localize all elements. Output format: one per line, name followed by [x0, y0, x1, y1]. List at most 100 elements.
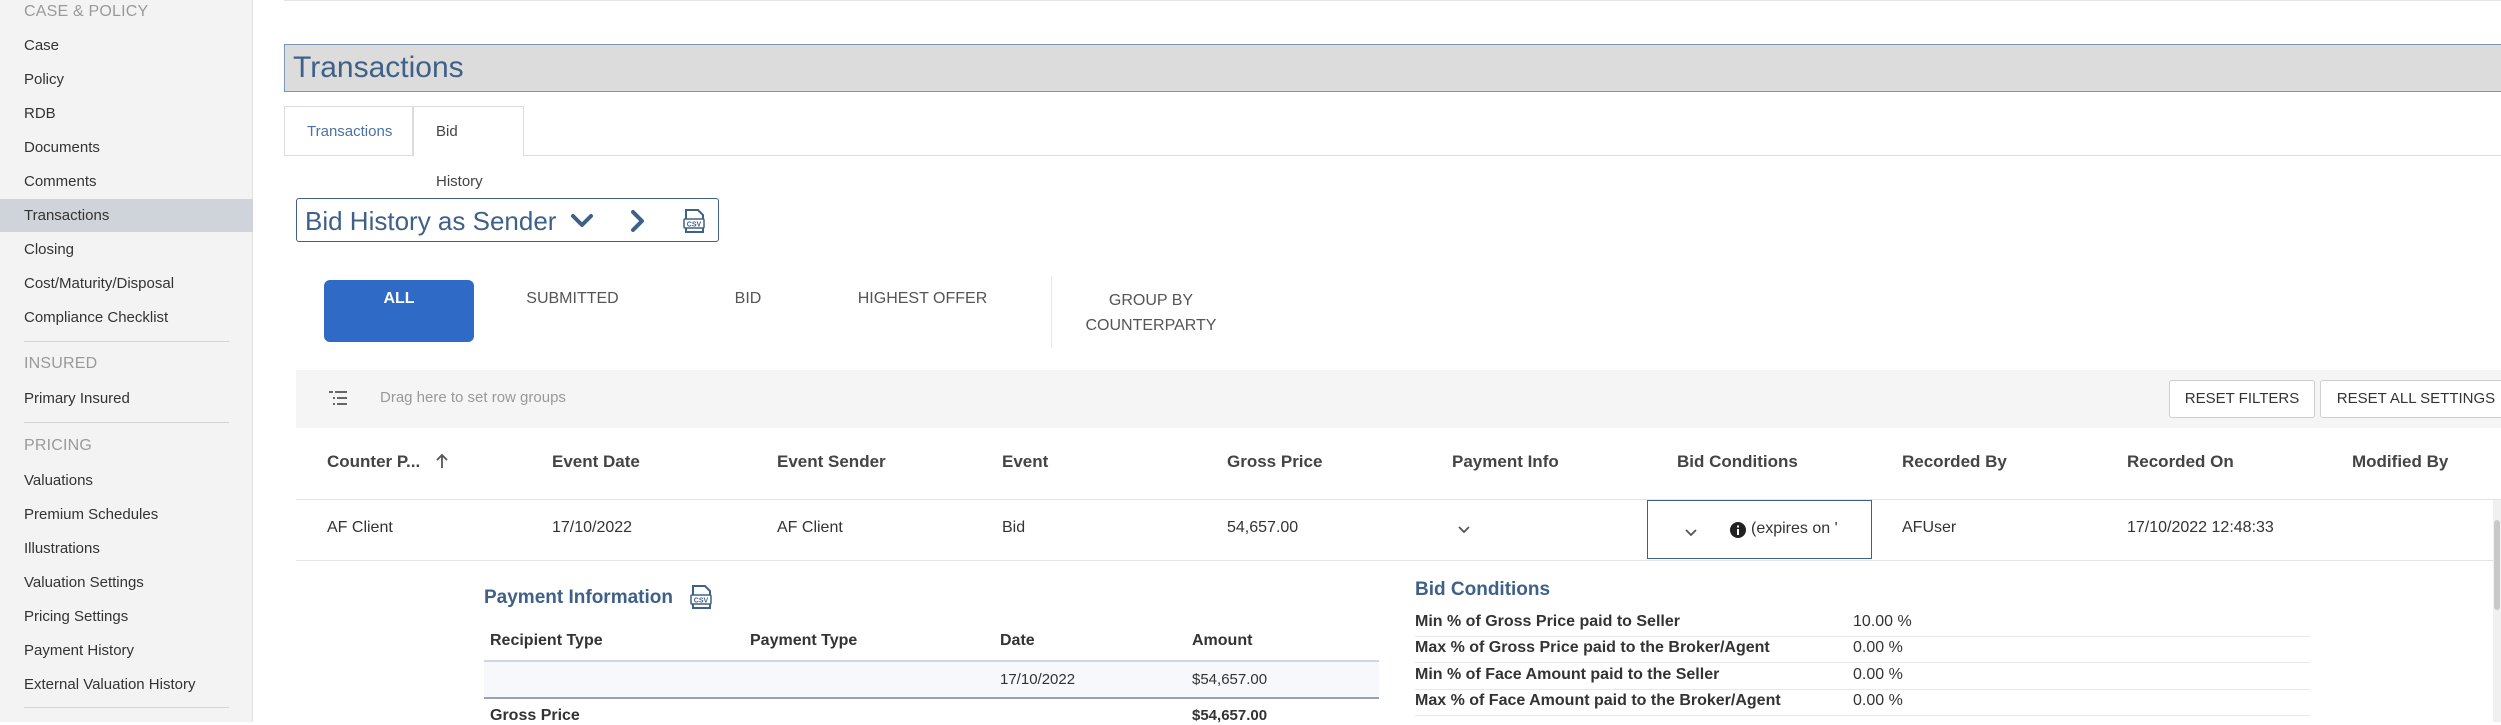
payment-total-divider: [484, 697, 1379, 699]
payment-header-amount: Amount: [1192, 632, 1253, 649]
svg-text:CSV: CSV: [687, 222, 702, 229]
svg-text:CSV: CSV: [694, 598, 709, 605]
row-group-bar[interactable]: Drag here to set row groups RESET FILTER…: [296, 370, 2501, 428]
bid-condition-label: Min % of Face Amount paid to the Seller: [1415, 666, 1720, 683]
group-by-label-line2: COUNTERPARTY: [1085, 317, 1217, 334]
bid-condition-value: 0.00 %: [1853, 666, 1903, 683]
column-header-recorded-on[interactable]: Recorded On: [2127, 452, 2234, 472]
cell-recorded-by[interactable]: AFUser: [1902, 519, 1956, 537]
bid-condition-divider: [1415, 715, 2310, 716]
sidebar-item-compliance-checklist[interactable]: Compliance Checklist: [0, 301, 253, 334]
row-group-icon: [329, 390, 347, 411]
sidebar-item-documents[interactable]: Documents: [0, 131, 253, 164]
payment-header-payment-type: Payment Type: [750, 632, 858, 649]
header-divider: [296, 499, 2501, 500]
payment-total-label: Gross Price: [490, 707, 580, 724]
group-by-counterparty-button[interactable]: GROUP BY COUNTERPARTY: [1065, 288, 1237, 350]
column-header-counterparty[interactable]: Counter P...: [327, 452, 449, 474]
page-title-bar: Transactions: [284, 44, 2501, 92]
chevron-right-icon[interactable]: [624, 208, 650, 234]
bid-condition-label: Min % of Gross Price paid to Seller: [1415, 613, 1680, 630]
bid-condition-divider: [1415, 689, 2310, 690]
sidebar-item-primary-insured[interactable]: Primary Insured: [0, 382, 253, 415]
filter-highest-offer-button[interactable]: HIGHEST OFFER: [845, 280, 1000, 342]
column-header-recorded-by[interactable]: Recorded By: [1902, 452, 2007, 472]
filter-separator: [1051, 276, 1052, 348]
sidebar-item-payment-history[interactable]: Payment History: [0, 634, 253, 667]
column-header-modified-by[interactable]: Modified By: [2352, 452, 2448, 472]
filter-bid-button[interactable]: BID: [668, 280, 828, 342]
sidebar-item-transactions[interactable]: Transactions: [0, 199, 253, 232]
info-icon: [1730, 522, 1746, 543]
column-header-gross-price[interactable]: Gross Price: [1227, 452, 1322, 472]
group-by-label-line1: GROUP BY: [1108, 292, 1194, 309]
cell-recorded-on[interactable]: 17/10/2022 12:48:33: [2127, 519, 2274, 537]
bid-conditions-title: Bid Conditions: [1415, 579, 1551, 600]
payment-information-title: Payment Information: [484, 587, 673, 608]
filter-all-label: ALL: [383, 290, 415, 307]
row-divider: [296, 560, 2501, 561]
view-title: Bid History as Sender: [305, 206, 557, 236]
payment-header-recipient-type: Recipient Type: [490, 632, 603, 649]
payment-info-expand-icon[interactable]: [1457, 522, 1471, 540]
view-selector: Bid History as Sender CSV: [296, 198, 719, 242]
cell-bid-conditions[interactable]: (expires on ': [1647, 500, 1872, 559]
column-header-event-date[interactable]: Event Date: [552, 452, 640, 472]
column-header-event-sender[interactable]: Event Sender: [777, 452, 886, 472]
cell-event-sender[interactable]: AF Client: [777, 519, 843, 537]
cell-event-date[interactable]: 17/10/2022: [552, 519, 632, 537]
payment-csv-export-icon[interactable]: CSV: [689, 584, 713, 615]
sidebar-item-closing[interactable]: Closing: [0, 233, 253, 266]
sidebar-item-valuations[interactable]: Valuations: [0, 464, 253, 497]
csv-export-icon[interactable]: CSV: [681, 208, 707, 234]
sidebar: CASE & POLICY Case Policy RDB Documents …: [0, 0, 253, 722]
page-title: Transactions: [293, 51, 464, 84]
sidebar-item-external-valuation-history[interactable]: External Valuation History: [0, 668, 253, 701]
filter-submitted-button[interactable]: SUBMITTED: [496, 280, 649, 342]
tab-transactions[interactable]: Transactions: [284, 106, 413, 156]
sidebar-item-rdb[interactable]: RDB: [0, 97, 253, 130]
sidebar-item-valuation-settings[interactable]: Valuation Settings: [0, 566, 253, 599]
bid-condition-value: 10.00 %: [1853, 613, 1912, 630]
sidebar-divider: [24, 422, 229, 423]
top-border: [284, 0, 2501, 1]
column-header-counterparty-label: Counter P...: [327, 452, 421, 471]
column-header-bid-conditions[interactable]: Bid Conditions: [1677, 452, 1798, 472]
payment-row-date: 17/10/2022: [1000, 671, 1076, 688]
tab-bar: Transactions Bid History: [284, 106, 2501, 190]
tab-bid-history[interactable]: Bid History: [413, 106, 524, 190]
filter-bid-label: BID: [734, 290, 762, 307]
reset-all-settings-button[interactable]: RESET ALL SETTINGS: [2320, 380, 2501, 418]
bid-condition-value: 0.00 %: [1853, 639, 1903, 656]
scrollbar-thumb[interactable]: [2494, 520, 2500, 610]
sidebar-divider: [24, 341, 229, 342]
bid-conditions-expand-icon[interactable]: [1684, 525, 1698, 543]
sidebar-section-insured: INSURED: [24, 355, 98, 372]
bid-condition-value: 0.00 %: [1853, 692, 1903, 709]
cell-event[interactable]: Bid: [1002, 519, 1025, 537]
sidebar-item-cost-maturity-disposal[interactable]: Cost/Maturity/Disposal: [0, 267, 253, 300]
bid-condition-divider: [1415, 662, 2310, 663]
sidebar-item-premium-schedules[interactable]: Premium Schedules: [0, 498, 253, 531]
sort-ascending-icon[interactable]: [435, 453, 449, 474]
sidebar-item-policy[interactable]: Policy: [0, 63, 253, 96]
payment-header-date: Date: [1000, 632, 1035, 649]
row-group-hint: Drag here to set row groups: [380, 389, 566, 406]
sidebar-divider: [24, 707, 229, 708]
cell-gross-price[interactable]: 54,657.00: [1227, 519, 1298, 537]
sidebar-item-pricing-settings[interactable]: Pricing Settings: [0, 600, 253, 633]
payment-row-amount: $54,657.00: [1192, 671, 1268, 688]
bid-conditions-summary: (expires on ': [1751, 520, 1838, 537]
bid-condition-label: Max % of Face Amount paid to the Broker/…: [1415, 692, 1781, 709]
column-header-payment-info[interactable]: Payment Info: [1452, 452, 1559, 472]
sidebar-item-illustrations[interactable]: Illustrations: [0, 532, 253, 565]
bid-condition-divider: [1415, 636, 2310, 637]
sidebar-item-comments[interactable]: Comments: [0, 165, 253, 198]
sidebar-item-case[interactable]: Case: [0, 29, 253, 62]
sidebar-section-pricing: PRICING: [24, 437, 93, 454]
filter-all-button[interactable]: ALL: [324, 280, 474, 342]
chevron-down-icon[interactable]: [569, 208, 595, 234]
reset-filters-button[interactable]: RESET FILTERS: [2169, 380, 2315, 418]
cell-counterparty[interactable]: AF Client: [327, 519, 393, 537]
column-header-event[interactable]: Event: [1002, 452, 1048, 472]
